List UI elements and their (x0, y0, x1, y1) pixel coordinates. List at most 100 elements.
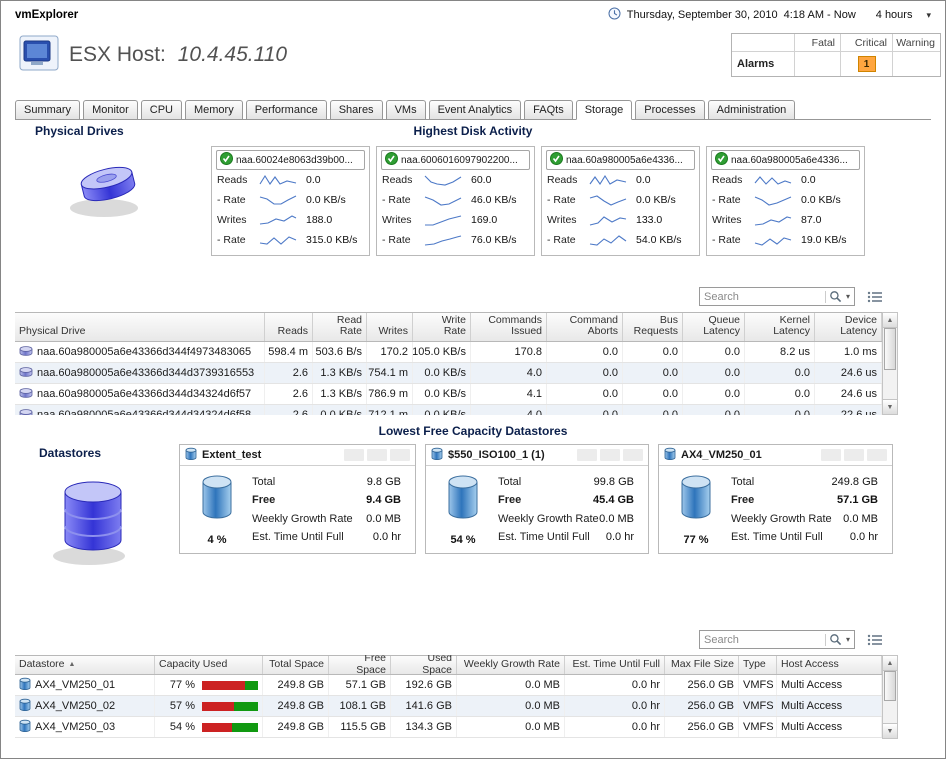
fatal-count-cell[interactable] (794, 51, 840, 76)
capacity-gauge-icon (448, 475, 478, 524)
col-capacity-used[interactable]: Capacity Used (155, 656, 263, 674)
table-row[interactable]: naa.60a980005a6e43366d344f4973483065 598… (15, 342, 882, 363)
datastore-card[interactable]: Extent_test 4 % Total9.8 GB Free9.4 GB W… (179, 444, 416, 554)
scroll-down-button[interactable]: ▼ (883, 399, 897, 414)
sparkline-icon (259, 233, 299, 247)
status-ok-icon (550, 152, 563, 168)
search-options-caret-icon[interactable]: ▾ (845, 292, 854, 301)
col-physical-drive[interactable]: Physical Drive (15, 313, 265, 341)
search-input[interactable] (700, 291, 825, 303)
tab-faqts[interactable]: FAQts (524, 100, 573, 119)
metric-label: - Rate (382, 234, 424, 246)
vertical-scrollbar[interactable]: ▲ ▼ (882, 655, 898, 739)
alarms-col-fatal: Fatal (794, 34, 840, 51)
datastore-card[interactable]: AX4_VM250_01 77 % Total249.8 GB Free57.1… (658, 444, 893, 554)
header-placeholder (344, 449, 410, 461)
search-options-caret-icon[interactable]: ▾ (845, 635, 854, 644)
tab-processes[interactable]: Processes (635, 100, 704, 119)
col-command-aborts[interactable]: Command Aborts (547, 313, 623, 341)
col-est-time-until-full[interactable]: Est. Time Until Full (565, 656, 665, 674)
tab-cpu[interactable]: CPU (141, 100, 182, 119)
col-bus-requests[interactable]: Bus Requests (623, 313, 683, 341)
col-device-latency[interactable]: Device Latency (815, 313, 882, 341)
disk-activity-card[interactable]: naa.6006016097902200... Reads60.0 - Rate… (376, 146, 535, 256)
table-row[interactable]: AX4_VM250_02 57 % 249.8 GB 108.1 GB 141.… (15, 696, 882, 717)
vertical-scrollbar[interactable]: ▲ ▼ (882, 312, 898, 415)
table-row[interactable]: AX4_VM250_03 54 % 249.8 GB 115.5 GB 134.… (15, 717, 882, 738)
tab-storage[interactable]: Storage (576, 100, 633, 120)
col-free-space[interactable]: Free Space (329, 656, 391, 674)
table-row[interactable]: naa.60a980005a6e43366d344d34324d6f57 2.6… (15, 384, 882, 405)
scroll-up-button[interactable]: ▲ (883, 656, 897, 671)
disk-name-box[interactable]: naa.60024e8063d39b00... (216, 150, 365, 170)
datastore-name: AX4_VM250_02 (35, 700, 115, 712)
disk-name-box[interactable]: naa.6006016097902200... (381, 150, 530, 170)
table-row[interactable]: naa.60a980005a6e43366d344d34324d6f58 2.6… (15, 405, 882, 415)
disk-activity-card[interactable]: naa.60024e8063d39b00... Reads0.0 - Rate0… (211, 146, 370, 256)
col-host-access[interactable]: Host Access (777, 656, 882, 674)
tab-summary[interactable]: Summary (15, 100, 80, 119)
col-total-space[interactable]: Total Space (263, 656, 329, 674)
tab-administration[interactable]: Administration (708, 100, 796, 119)
critical-count-badge[interactable]: 1 (858, 56, 876, 72)
search-box: ▾ (699, 630, 855, 649)
search-icon[interactable] (826, 290, 845, 303)
metric-value: 19.0 KB/s (801, 234, 847, 246)
disk-name-box[interactable]: naa.60a980005a6e4336... (546, 150, 695, 170)
col-datastore[interactable]: Datastore▲ (15, 656, 155, 674)
tab-vms[interactable]: VMs (386, 100, 426, 119)
scroll-up-button[interactable]: ▲ (883, 313, 897, 328)
tab-shares[interactable]: Shares (330, 100, 383, 119)
metric-value: 133.0 (636, 214, 662, 226)
capacity-percent: 4 % (208, 534, 227, 546)
sparkline-icon (589, 233, 629, 247)
alarms-col-warning: Warning (892, 34, 940, 51)
capacity-bar (202, 702, 258, 711)
warning-count-cell[interactable] (892, 51, 940, 76)
tab-event-analytics[interactable]: Event Analytics (429, 100, 522, 119)
scroll-thumb[interactable] (884, 671, 896, 701)
col-type[interactable]: Type (739, 656, 777, 674)
time-range-selector[interactable]: Thursday, September 30, 2010 4:18 AM - N… (608, 7, 931, 23)
metric-label: - Rate (712, 234, 754, 246)
col-kernel-latency[interactable]: Kernel Latency (745, 313, 815, 341)
disk-activity-card[interactable]: naa.60a980005a6e4336... Reads0.0 - Rate0… (541, 146, 700, 256)
tab-performance[interactable]: Performance (246, 100, 327, 119)
scroll-down-button[interactable]: ▼ (883, 723, 897, 738)
host-ip: 10.4.45.110 (178, 43, 287, 66)
datastore-card[interactable]: $550_ISO100_1 (1) 54 % Total99.8 GB Free… (425, 444, 649, 554)
critical-count-cell[interactable]: 1 (840, 51, 892, 76)
col-read-rate[interactable]: Read Rate (313, 313, 367, 341)
metric-value: 0.0 (636, 174, 651, 186)
col-used-space[interactable]: Used Space (391, 656, 457, 674)
table-row[interactable]: AX4_VM250_01 77 % 249.8 GB 57.1 GB 192.6… (15, 675, 882, 696)
table-customizer-icon[interactable] (867, 290, 883, 304)
metric-label: - Rate (382, 194, 424, 206)
metric-label: Writes (382, 214, 424, 226)
disk-name-box[interactable]: naa.60a980005a6e4336... (711, 150, 860, 170)
tab-memory[interactable]: Memory (185, 100, 243, 119)
disk-activity-card[interactable]: naa.60a980005a6e4336... Reads0.0 - Rate0… (706, 146, 865, 256)
disk-name: naa.60a980005a6e4336... (731, 155, 848, 166)
scroll-thumb[interactable] (884, 328, 896, 370)
table-customizer-icon[interactable] (867, 633, 883, 647)
col-weekly-growth-rate[interactable]: Weekly Growth Rate (457, 656, 565, 674)
table-row[interactable]: naa.60a980005a6e43366d344d3739316553 2.6… (15, 363, 882, 384)
col-queue-latency[interactable]: Queue Latency (683, 313, 745, 341)
physical-drive-icon (19, 408, 33, 416)
col-writes[interactable]: Writes (367, 313, 413, 341)
search-input[interactable] (700, 634, 825, 646)
metric-label: Writes (217, 214, 259, 226)
chevron-down-icon[interactable]: ▾ (926, 10, 931, 21)
col-reads[interactable]: Reads (265, 313, 313, 341)
tab-monitor[interactable]: Monitor (83, 100, 138, 119)
col-commands-issued[interactable]: Commands Issued (471, 313, 547, 341)
datastore-name: AX4_VM250_01 (681, 449, 762, 461)
metric-value: 76.0 KB/s (471, 234, 517, 246)
top-bar: vmExplorer Thursday, September 30, 2010 … (1, 1, 945, 29)
col-max-file-size[interactable]: Max File Size (665, 656, 739, 674)
disk-name: naa.60024e8063d39b00... (236, 155, 353, 166)
search-icon[interactable] (826, 633, 845, 646)
lowest-free-capacity-heading: Lowest Free Capacity Datastores (1, 424, 945, 440)
col-write-rate[interactable]: Write Rate (413, 313, 471, 341)
